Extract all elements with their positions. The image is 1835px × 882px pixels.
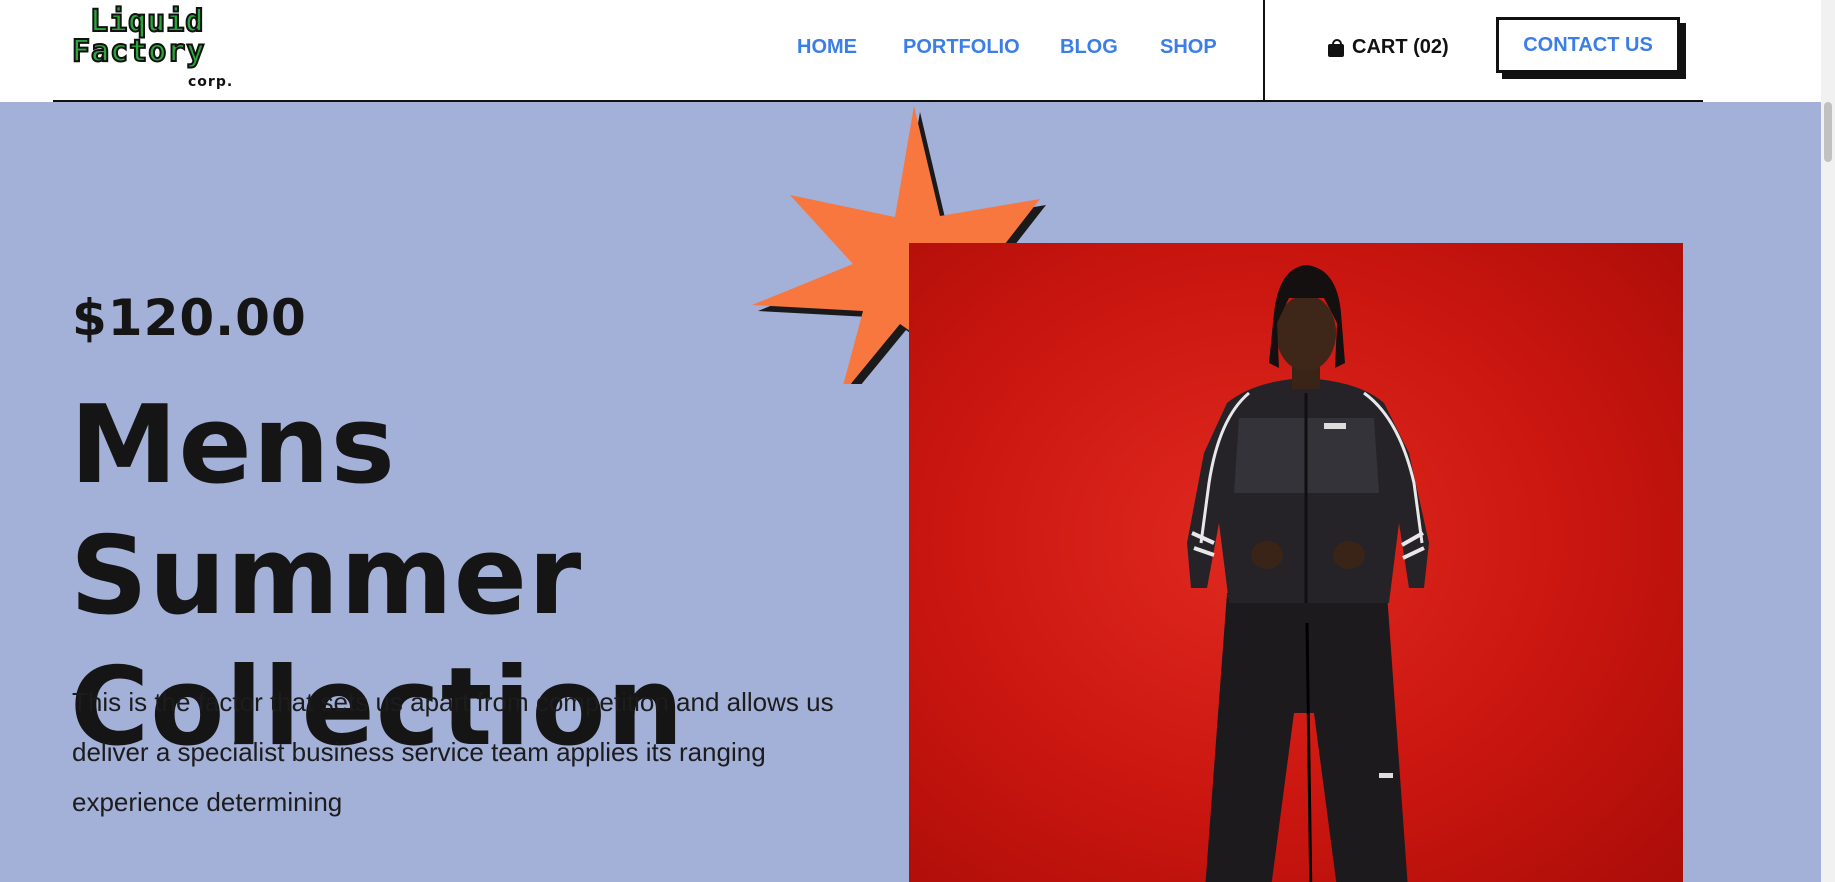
nav-shop-link[interactable]: SHOP bbox=[1160, 36, 1217, 59]
scrollbar-thumb[interactable] bbox=[1824, 102, 1832, 162]
logo-text-line2: Factory bbox=[71, 33, 206, 70]
cart-label: CART (02) bbox=[1352, 36, 1449, 58]
header-divider bbox=[1263, 0, 1265, 101]
model-figure bbox=[1187, 265, 1429, 882]
shopping-bag-icon bbox=[1328, 38, 1344, 57]
product-photo bbox=[909, 243, 1683, 882]
site-header: Liquid Factory corp. HOME PORTFOLIO BLOG… bbox=[0, 0, 1835, 102]
nav-home-link[interactable]: HOME bbox=[797, 36, 857, 59]
page-scrollbar[interactable] bbox=[1821, 0, 1835, 882]
contact-us-label: CONTACT US bbox=[1523, 33, 1653, 56]
nav-portfolio-link[interactable]: PORTFOLIO bbox=[903, 36, 1020, 59]
brand-logo[interactable]: Liquid Factory corp. bbox=[70, 3, 240, 92]
cart-button[interactable]: CART (02) bbox=[1328, 36, 1449, 59]
hero-description: This is the factor that sets us apart fr… bbox=[72, 687, 834, 817]
hero-section: $120.00 Mens Summer Collection This is t… bbox=[0, 102, 1835, 882]
header-bottom-rule bbox=[53, 100, 1703, 102]
contact-us-button[interactable]: CONTACT US bbox=[1496, 17, 1680, 73]
logo-text-line3: corp. bbox=[188, 74, 234, 90]
nav-blog-link[interactable]: BLOG bbox=[1060, 36, 1118, 59]
product-price: $120.00 bbox=[72, 289, 307, 347]
hero-title-line1: Mens Summer bbox=[70, 383, 583, 639]
